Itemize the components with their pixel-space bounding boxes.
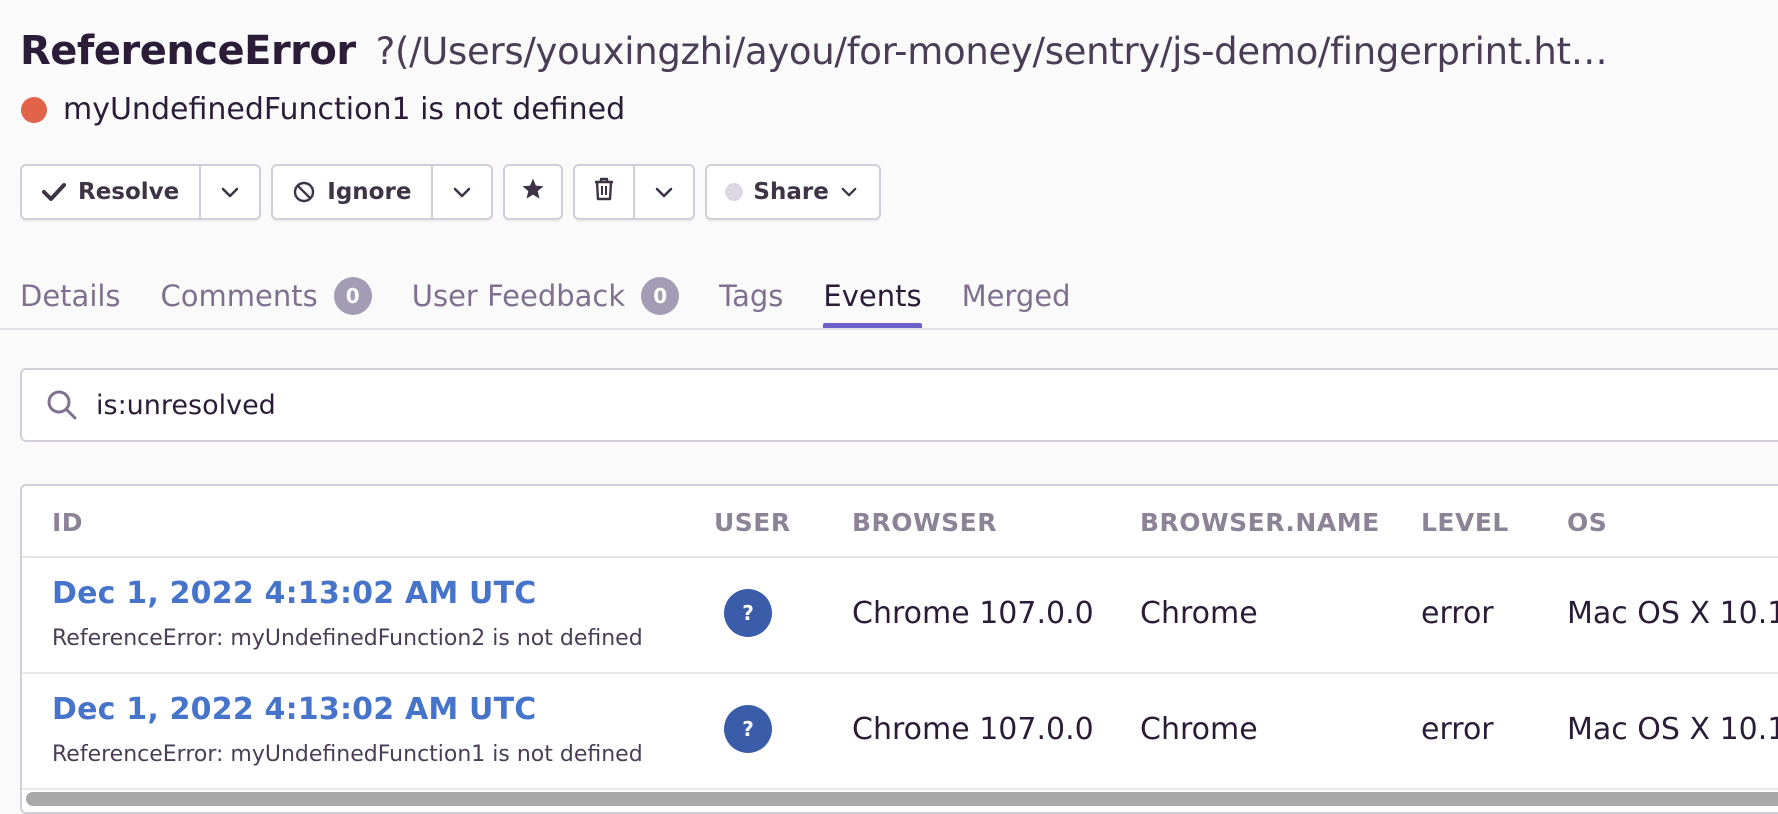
- ignore-label: Ignore: [327, 179, 412, 205]
- level-cell: error: [1421, 596, 1494, 631]
- ignore-dropdown-button[interactable]: [431, 166, 491, 218]
- os-cell: Mac OS X 10.15: [1567, 712, 1778, 747]
- share-button[interactable]: Share: [707, 166, 878, 218]
- horizontal-scrollbar[interactable]: [26, 792, 1778, 806]
- tab-label: Details: [20, 279, 121, 313]
- chevron-down-icon: [221, 179, 239, 205]
- tab-user-feedback[interactable]: User Feedback 0: [411, 262, 680, 330]
- column-header-browser-name[interactable]: BROWSER.NAME: [1140, 508, 1380, 537]
- resolve-button[interactable]: Resolve: [22, 166, 199, 218]
- share-label: Share: [753, 179, 829, 205]
- user-avatar[interactable]: ?: [724, 705, 772, 753]
- browser-name-cell: Chrome: [1140, 712, 1258, 747]
- tab-events[interactable]: Events: [823, 262, 922, 330]
- tabs-divider: [0, 328, 1778, 330]
- chevron-down-icon: [841, 187, 857, 198]
- issue-header: ReferenceError ?(/Users/youxingzhi/ayou/…: [20, 28, 1778, 127]
- table-row: Dec 1, 2022 4:13:02 AM UTC ReferenceErro…: [22, 674, 1778, 790]
- comments-count-badge: 0: [333, 277, 372, 315]
- tab-tags[interactable]: Tags: [719, 262, 783, 330]
- table-row: Dec 1, 2022 4:13:02 AM UTC ReferenceErro…: [22, 558, 1778, 674]
- browser-cell: Chrome 107.0.0: [852, 712, 1094, 747]
- ignore-button-group: Ignore: [271, 164, 494, 220]
- tab-merged[interactable]: Merged: [962, 262, 1071, 330]
- issue-title: ReferenceError: [20, 28, 356, 74]
- events-table: ID USER BROWSER BROWSER.NAME LEVEL OS De…: [20, 484, 1778, 814]
- issue-actions: Resolve Ignore Share: [20, 164, 891, 220]
- star-icon: [521, 177, 545, 207]
- column-header-browser[interactable]: BROWSER: [852, 508, 997, 537]
- search-input[interactable]: [94, 388, 898, 422]
- trash-icon: [593, 177, 615, 207]
- level-cell: error: [1421, 712, 1494, 747]
- delete-dropdown-button[interactable]: [633, 166, 693, 218]
- browser-cell: Chrome 107.0.0: [852, 596, 1094, 631]
- delete-button[interactable]: [575, 166, 633, 218]
- column-header-user[interactable]: USER: [714, 508, 791, 537]
- bookmark-button-group: [503, 164, 564, 220]
- issue-tabs: Details Comments 0 User Feedback 0 Tags …: [20, 262, 1111, 330]
- checkmark-icon: [42, 182, 66, 202]
- user-avatar[interactable]: ?: [724, 589, 772, 637]
- tab-label: User Feedback: [411, 279, 626, 313]
- bookmark-button[interactable]: [505, 166, 561, 218]
- tab-label: Tags: [719, 279, 784, 313]
- search-icon: [46, 389, 78, 421]
- share-status-dot: [725, 183, 744, 201]
- resolve-label: Resolve: [78, 179, 180, 205]
- resolve-button-group: Resolve: [20, 164, 262, 220]
- os-cell: Mac OS X 10.15: [1567, 596, 1778, 631]
- event-date-link[interactable]: Dec 1, 2022 4:13:02 AM UTC: [52, 576, 537, 611]
- chevron-down-icon: [453, 179, 471, 205]
- ignore-button[interactable]: Ignore: [273, 166, 431, 218]
- chevron-down-icon: [655, 179, 673, 205]
- event-search-bar: [20, 368, 1778, 442]
- share-button-group: Share: [705, 164, 881, 220]
- column-header-level[interactable]: LEVEL: [1421, 508, 1509, 537]
- tab-label: Events: [823, 279, 922, 313]
- column-header-os[interactable]: OS: [1567, 508, 1607, 537]
- tab-label: Comments: [160, 279, 318, 313]
- tab-comments[interactable]: Comments 0: [161, 262, 372, 330]
- event-message: ReferenceError: myUndefinedFunction2 is …: [52, 626, 643, 651]
- prohibited-icon: [293, 181, 315, 203]
- tab-label: Merged: [961, 279, 1071, 313]
- delete-button-group: [573, 164, 696, 220]
- event-message: ReferenceError: myUndefinedFunction1 is …: [52, 742, 643, 767]
- tab-details[interactable]: Details: [20, 262, 121, 330]
- column-header-id[interactable]: ID: [52, 508, 83, 537]
- event-date-link[interactable]: Dec 1, 2022 4:13:02 AM UTC: [52, 692, 537, 727]
- resolve-dropdown-button[interactable]: [199, 166, 259, 218]
- error-level-indicator: [21, 96, 47, 123]
- issue-message: myUndefinedFunction1 is not defined: [63, 92, 626, 127]
- issue-culprit: ?(/Users/youxingzhi/ayou/for-money/sentr…: [375, 30, 1608, 73]
- table-header: ID USER BROWSER BROWSER.NAME LEVEL OS: [22, 486, 1778, 558]
- browser-name-cell: Chrome: [1140, 596, 1258, 631]
- user-feedback-count-badge: 0: [641, 277, 680, 315]
